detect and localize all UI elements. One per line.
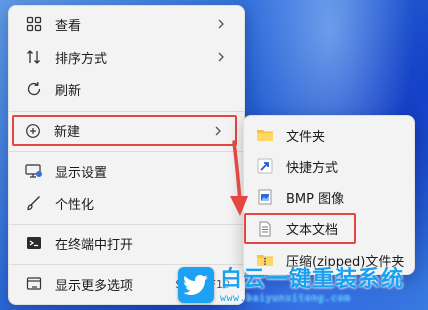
folder-icon (256, 126, 274, 144)
new-submenu: 文件夹 快捷方式 BMP 图像 文本文档 压缩(zipped)文件夹 (243, 115, 415, 275)
menu-item-open-terminal[interactable]: 在终端中打开 (13, 228, 240, 258)
menu-item-label: 排序方式 (55, 51, 108, 67)
refresh-icon (25, 80, 43, 98)
menu-item-label: 个性化 (55, 197, 95, 213)
bmp-image-icon (256, 188, 274, 206)
more-options-icon (25, 275, 43, 293)
desktop-context-menu: 查看 排序方式 刷新 新建 显示设置 个性化 在终端中打开 显示更多选项 (8, 5, 245, 305)
shortcut-icon (256, 157, 274, 175)
submenu-item-folder[interactable]: 文件夹 (248, 120, 410, 150)
submenu-item-label: 快捷方式 (286, 160, 339, 176)
menu-item-label: 在终端中打开 (55, 237, 134, 253)
menu-item-label: 显示设置 (55, 165, 108, 181)
annotation-arrow-icon (230, 140, 248, 216)
menu-item-personalize[interactable]: 个性化 (13, 188, 240, 218)
text-document-icon (256, 220, 274, 238)
chevron-right-icon (215, 126, 221, 136)
menu-item-refresh[interactable]: 刷新 (13, 74, 240, 104)
submenu-item-label: 文件夹 (286, 129, 326, 145)
menu-item-label: 刷新 (55, 83, 82, 99)
menu-separator (9, 224, 244, 225)
watermark-title: 白云一键重装系统 (220, 266, 405, 292)
menu-item-new[interactable]: 新建 (12, 115, 237, 146)
menu-item-label: 显示更多选项 (55, 278, 134, 294)
menu-item-label: 新建 (54, 125, 81, 140)
submenu-item-shortcut[interactable]: 快捷方式 (248, 151, 410, 181)
display-settings-icon (25, 162, 43, 180)
submenu-item-text-document[interactable]: 文本文档 (244, 213, 356, 244)
menu-item-display-settings[interactable]: 显示设置 (13, 156, 240, 186)
terminal-icon (25, 234, 43, 252)
watermark-url: www.baiyunxitong.com (220, 292, 351, 304)
watermark: 白云一键重装系统 www.baiyunxitong.com (178, 262, 426, 308)
chevron-right-icon (218, 19, 224, 29)
chevron-right-icon (218, 52, 224, 62)
grid-icon (25, 15, 43, 33)
submenu-item-label: 文本文档 (286, 223, 339, 238)
menu-separator (9, 151, 244, 152)
submenu-item-bmp-image[interactable]: BMP 图像 (248, 182, 410, 212)
sort-icon (25, 48, 43, 66)
menu-item-view[interactable]: 查看 (13, 9, 240, 39)
menu-item-sort-by[interactable]: 排序方式 (13, 42, 240, 72)
menu-separator (9, 111, 244, 112)
menu-item-label: 查看 (55, 18, 82, 34)
new-plus-icon (24, 122, 42, 140)
personalize-brush-icon (25, 194, 43, 212)
bird-logo-icon (178, 267, 214, 303)
submenu-item-label: BMP 图像 (286, 191, 345, 207)
